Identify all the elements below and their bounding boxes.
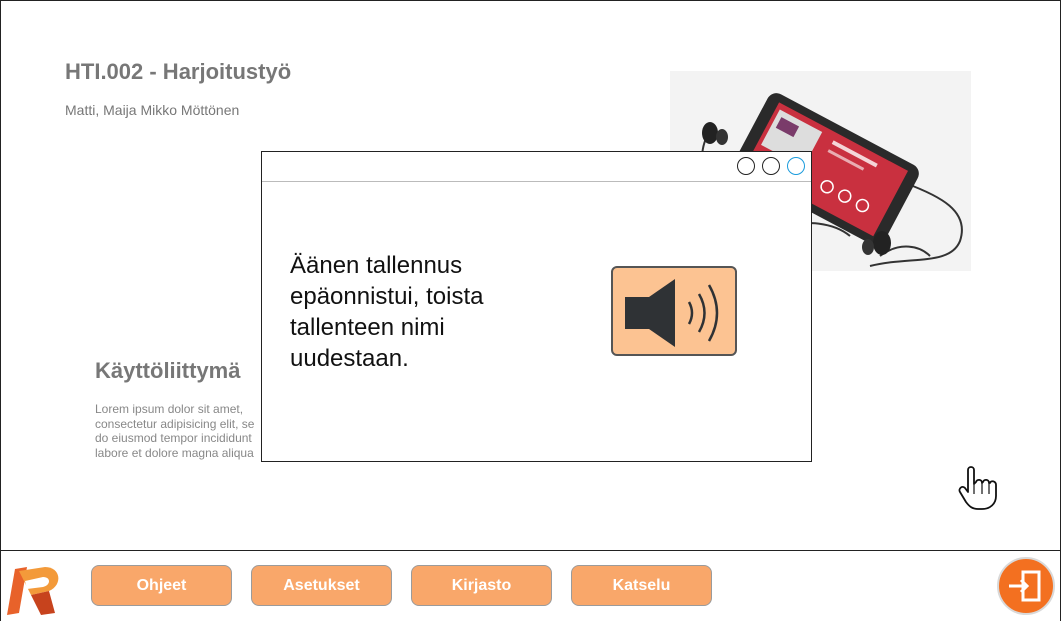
dialog-message: Äänen tallennus epäonnistui, toista tall… xyxy=(290,252,484,372)
settings-button[interactable]: Asetukset xyxy=(251,565,392,606)
page-title: HTI.002 - Harjoitustyö xyxy=(65,59,292,84)
view-button[interactable]: Katselu xyxy=(571,565,712,606)
error-dialog: Äänen tallennus epäonnistui, toista tall… xyxy=(261,151,812,462)
speaker-volume-icon xyxy=(611,266,737,356)
window-button-circle-blue[interactable] xyxy=(787,157,805,175)
main-content: HTI.002 - Harjoitustyö Matti, Maija Mikk… xyxy=(1,1,1060,550)
library-button[interactable]: Kirjasto xyxy=(411,565,552,606)
authors: Matti, Maija Mikko Möttönen xyxy=(65,102,240,118)
app-logo xyxy=(5,561,63,617)
hand-cursor-icon xyxy=(956,462,1002,512)
exit-icon xyxy=(1009,570,1041,602)
window-button-circle[interactable] xyxy=(762,157,780,175)
footer-toolbar: Ohjeet Asetukset Kirjasto Katselu xyxy=(1,550,1060,621)
help-button[interactable]: Ohjeet xyxy=(91,565,232,606)
window-button-circle[interactable] xyxy=(737,157,755,175)
app-window: HTI.002 - Harjoitustyö Matti, Maija Mikk… xyxy=(0,0,1061,621)
body-text: Lorem ipsum dolor sit amet, consectetur … xyxy=(95,402,255,460)
dialog-title-bar xyxy=(262,152,811,182)
exit-button[interactable] xyxy=(997,557,1055,615)
section-title: Käyttöliittymä xyxy=(95,358,241,383)
